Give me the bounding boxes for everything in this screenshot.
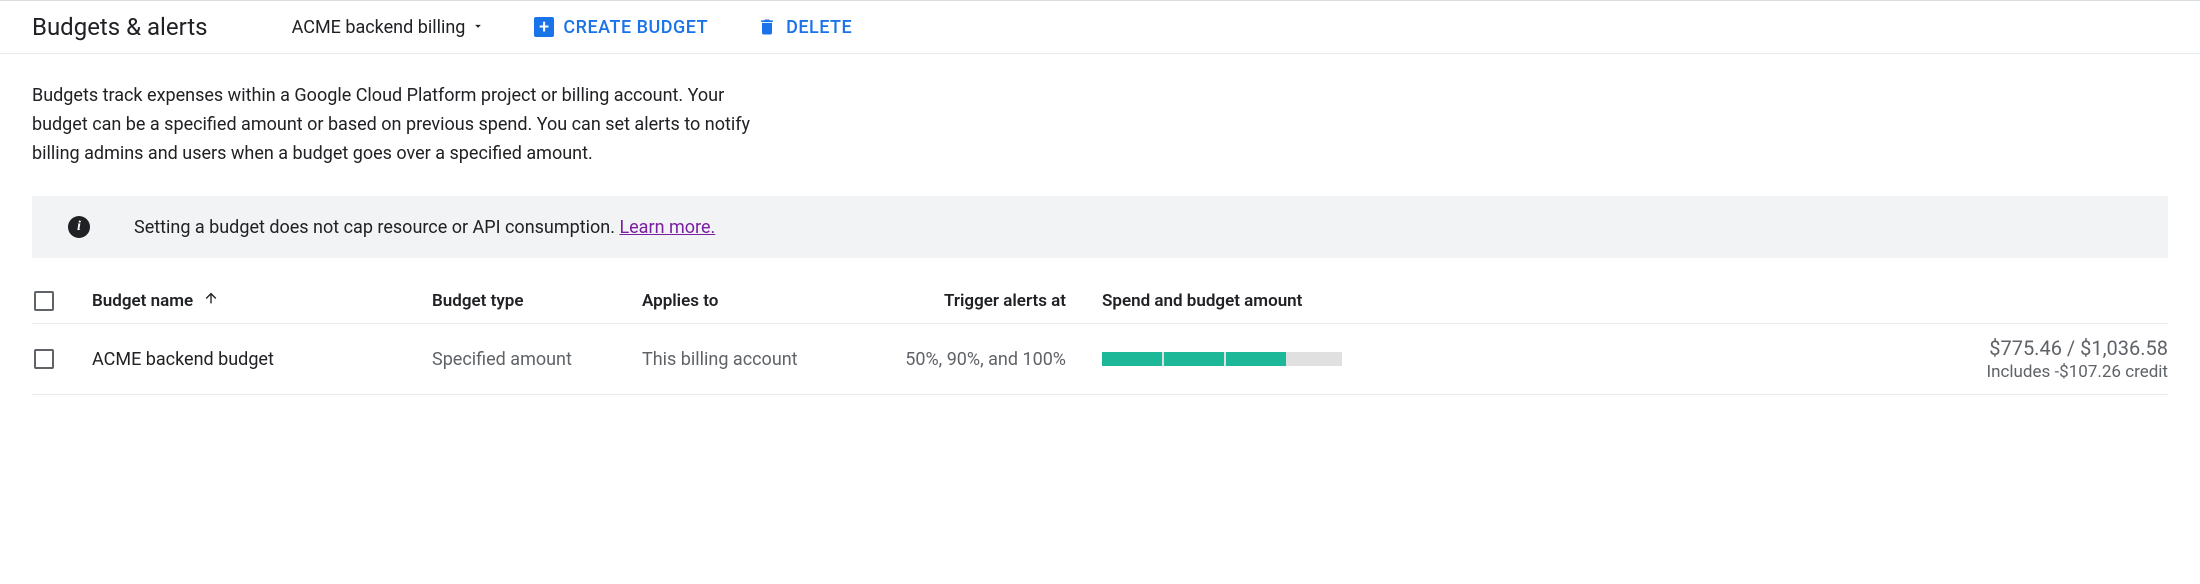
banner-text: Setting a budget does not cap resource o… [134, 217, 619, 238]
spend-credit-value: Includes -$107.26 credit [1378, 362, 2168, 382]
sort-ascending-icon [203, 290, 219, 306]
create-budget-button[interactable]: + Create Budget [533, 16, 708, 38]
budget-trigger-cell: 50%, 90%, and 100% [892, 349, 1102, 370]
spend-amount-text: $775.46 / $1,036.58 Includes -$107.26 cr… [1378, 336, 2168, 382]
header-bar: Budgets & alerts ACME backend billing + … [0, 0, 2200, 54]
select-all-cell [32, 291, 92, 311]
delete-button[interactable]: Delete [756, 16, 852, 38]
trash-icon [756, 16, 778, 38]
learn-more-link[interactable]: Learn more. [619, 217, 715, 238]
budget-spend-cell: $775.46 / $1,036.58 Includes -$107.26 cr… [1102, 336, 2168, 382]
create-budget-label: Create Budget [563, 17, 708, 38]
table-row[interactable]: ACME backend budget Specified amount Thi… [32, 324, 2168, 395]
budget-name-cell[interactable]: ACME backend budget [92, 349, 432, 370]
select-all-checkbox[interactable] [34, 291, 54, 311]
column-header-type[interactable]: Budget type [432, 291, 642, 311]
column-header-spend[interactable]: Spend and budget amount [1102, 291, 2168, 311]
account-selector-label: ACME backend billing [292, 17, 466, 38]
budget-applies-cell: This billing account [642, 349, 892, 370]
row-checkbox[interactable] [34, 349, 54, 369]
budget-type-cell: Specified amount [432, 349, 642, 370]
table-header-row: Budget name Budget type Applies to Trigg… [32, 278, 2168, 324]
column-header-applies[interactable]: Applies to [642, 291, 892, 311]
delete-label: Delete [786, 17, 852, 38]
column-header-name[interactable]: Budget name [92, 290, 432, 311]
budgets-table: Budget name Budget type Applies to Trigg… [32, 278, 2168, 395]
row-select-cell [32, 349, 92, 369]
content-area: Budgets track expenses within a Google C… [0, 54, 2200, 395]
column-header-trigger[interactable]: Trigger alerts at [892, 291, 1102, 311]
info-icon: i [68, 216, 90, 238]
info-banner-text: Setting a budget does not cap resource o… [134, 217, 715, 238]
description-text: Budgets track expenses within a Google C… [32, 82, 772, 168]
header-name-label: Budget name [92, 291, 193, 311]
billing-account-selector[interactable]: ACME backend billing [292, 17, 486, 38]
caret-down-icon [471, 17, 485, 38]
info-banner: i Setting a budget does not cap resource… [32, 196, 2168, 258]
spend-progress-bar [1102, 352, 1342, 366]
page-title: Budgets & alerts [32, 13, 208, 41]
spend-main-value: $775.46 / $1,036.58 [1378, 336, 2168, 360]
plus-icon: + [533, 16, 555, 38]
